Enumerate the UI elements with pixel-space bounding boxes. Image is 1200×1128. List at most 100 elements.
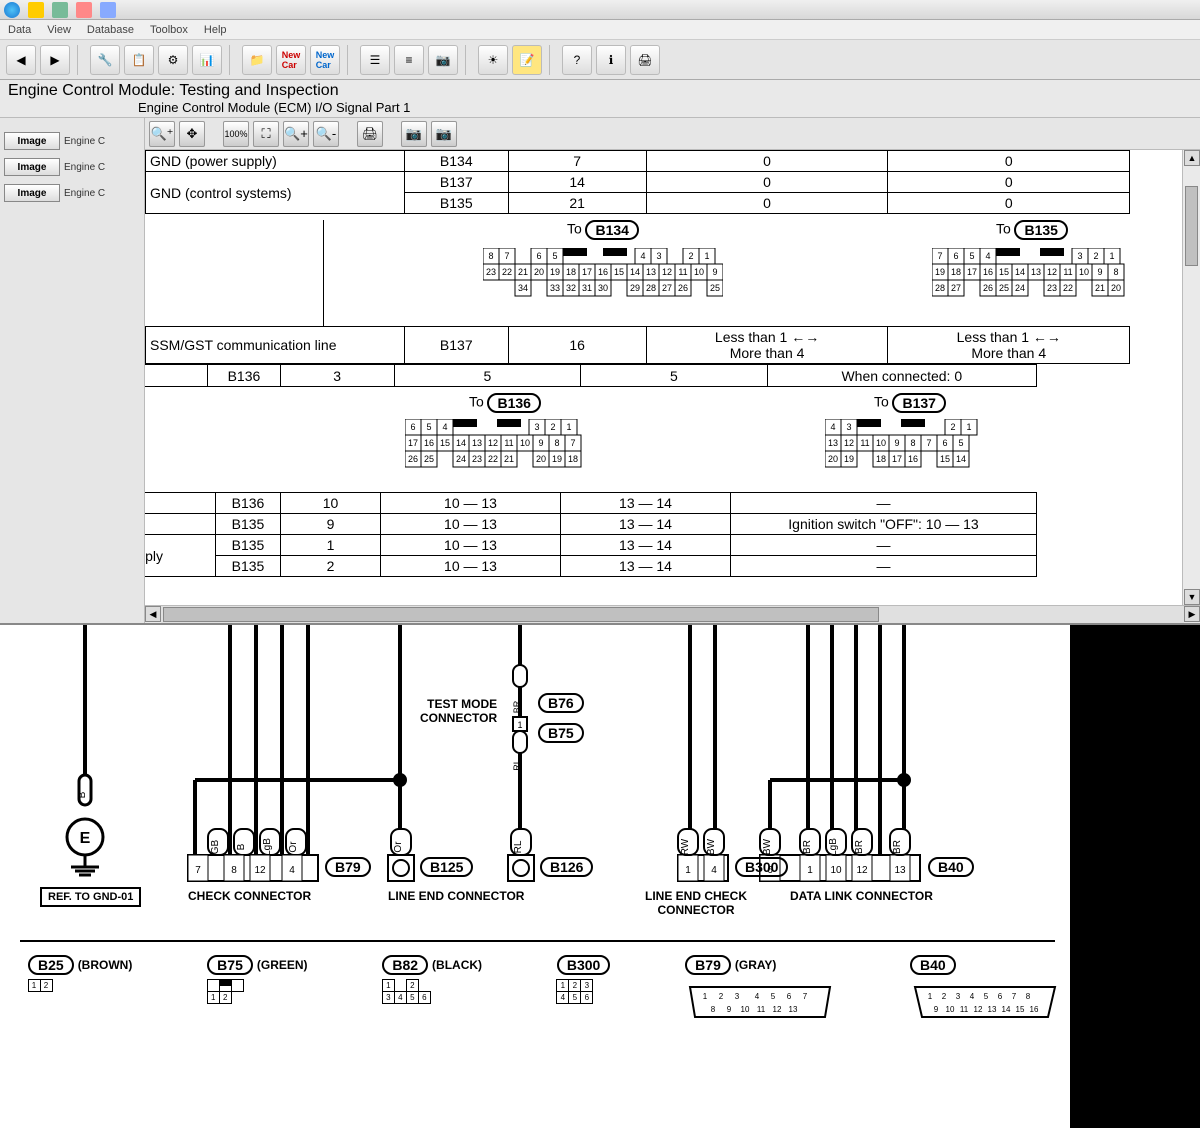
svg-text:5: 5 [958,438,963,448]
workspace: Image Engine C Image Engine C Image Engi… [0,118,1200,623]
svg-text:19: 19 [550,267,560,277]
forward-button[interactable]: ▶ [40,45,70,75]
tb-list-2[interactable]: ≡ [394,45,424,75]
browser-icon[interactable] [4,2,20,18]
svg-text:8: 8 [231,865,237,876]
svg-text:21: 21 [1095,283,1105,293]
svg-text:19: 19 [552,454,562,464]
svg-text:27: 27 [662,283,672,293]
tb-icon-3[interactable]: ⚙ [158,45,188,75]
svg-text:1: 1 [966,422,971,432]
svg-text:12: 12 [844,438,854,448]
svg-text:8: 8 [711,1005,716,1014]
check-conn-label: CHECK CONNECTOR [188,889,311,903]
svg-text:3: 3 [735,992,740,1001]
snapshot-icon[interactable]: 📷 [401,121,427,147]
svg-text:4: 4 [985,251,990,261]
image-button-1[interactable]: Image [4,132,60,150]
tb-icon-2[interactable]: 📋 [124,45,154,75]
new-car-button[interactable]: NewCar [276,45,306,75]
svg-text:19: 19 [844,454,854,464]
svg-text:13: 13 [894,865,906,876]
app-icon-3[interactable] [100,2,116,18]
svg-text:BR: BR [892,840,903,854]
svg-text:9: 9 [727,1005,732,1014]
menu-toolbox[interactable]: Toolbox [150,24,188,36]
svg-text:1: 1 [807,865,813,876]
svg-text:13: 13 [472,438,482,448]
svg-text:12: 12 [1047,267,1057,277]
document-view[interactable]: GND (power supply) B134 7 0 0 GND (contr… [145,150,1182,605]
page-subtitle: Engine Control Module (ECM) I/O Signal P… [138,100,1192,115]
svg-text:32: 32 [566,283,576,293]
tb-sun[interactable]: ☀ [478,45,508,75]
svg-text:7: 7 [504,251,509,261]
folder-icon[interactable] [28,2,44,18]
zoom-fit-icon[interactable]: ⛶ [253,121,279,147]
snapshot2-icon[interactable]: 📷 [431,121,457,147]
svg-text:31: 31 [582,283,592,293]
image-button-2[interactable]: Image [4,158,60,176]
svg-text:25: 25 [999,283,1009,293]
separator-line [20,940,1055,942]
b134-connector: 8 7 6 5 4 3 2 1 23 [483,248,723,308]
svg-text:1: 1 [1109,251,1114,261]
svg-text:3: 3 [956,992,961,1001]
new-car-button-2[interactable]: NewCar [310,45,340,75]
svg-text:11: 11 [960,1005,969,1014]
tb-icon-4[interactable]: 📊 [192,45,222,75]
vertical-scrollbar[interactable]: ▲ ▼ [1182,150,1200,605]
svg-text:20: 20 [534,267,544,277]
svg-text:20: 20 [1111,283,1121,293]
svg-text:8: 8 [1113,267,1118,277]
image-button-3[interactable]: Image [4,184,60,202]
svg-text:10: 10 [1079,267,1089,277]
svg-text:11: 11 [757,1005,766,1014]
tb-camera[interactable]: 📷 [428,45,458,75]
menu-data[interactable]: Data [8,24,31,36]
svg-text:17: 17 [408,438,418,448]
svg-text:23: 23 [486,267,496,277]
tb-icon-1[interactable]: 🔧 [90,45,120,75]
svg-text:20: 20 [828,454,838,464]
tb-icon-5[interactable]: 📁 [242,45,272,75]
svg-text:BR: BR [802,840,813,854]
svg-text:18: 18 [566,267,576,277]
b136-label: B136 [487,393,540,413]
image-list-panel: Image Engine C Image Engine C Image Engi… [0,118,145,623]
svg-text:12: 12 [662,267,672,277]
pan-icon[interactable]: ✥ [179,121,205,147]
zoom-minus-icon[interactable]: 🔍- [313,121,339,147]
tb-note[interactable]: 📝 [512,45,542,75]
app-icon-1[interactable] [52,2,68,18]
svg-text:LgB: LgB [828,838,839,856]
tb-help[interactable]: ? [562,45,592,75]
menu-help[interactable]: Help [204,24,227,36]
zoom-plus-icon[interactable]: 🔍+ [283,121,309,147]
svg-text:21: 21 [504,454,514,464]
svg-text:6: 6 [410,422,415,432]
lineendcheck-label: LINE END CHECK CONNECTOR [645,889,747,917]
menu-database[interactable]: Database [87,24,134,36]
document-toolbar: 🔍⁺ ✥ 100% ⛶ 🔍+ 🔍- 🖨 📷 📷 [145,118,1200,150]
svg-text:21: 21 [518,267,528,277]
svg-text:2: 2 [550,422,555,432]
svg-text:10: 10 [876,438,886,448]
back-button[interactable]: ◀ [6,45,36,75]
print-icon[interactable]: 🖨 [357,121,383,147]
svg-text:5: 5 [426,422,431,432]
zoom-in-icon[interactable]: 🔍⁺ [149,121,175,147]
document-title-bar: Engine Control Module: Testing and Inspe… [0,80,1200,118]
menu-view[interactable]: View [47,24,71,36]
tb-print[interactable]: 🖨 [630,45,660,75]
app-icon-2[interactable] [76,2,92,18]
svg-text:13: 13 [646,267,656,277]
horizontal-scrollbar[interactable]: ◀ ▶ [145,605,1200,623]
zoom-100-icon[interactable]: 100% [223,121,249,147]
menubar[interactable]: Data View Database Toolbox Help [0,20,1200,40]
tb-list-1[interactable]: ☰ [360,45,390,75]
svg-text:16: 16 [908,454,918,464]
tb-info[interactable]: ℹ [596,45,626,75]
svg-text:10: 10 [946,1005,955,1014]
svg-text:10: 10 [830,865,842,876]
